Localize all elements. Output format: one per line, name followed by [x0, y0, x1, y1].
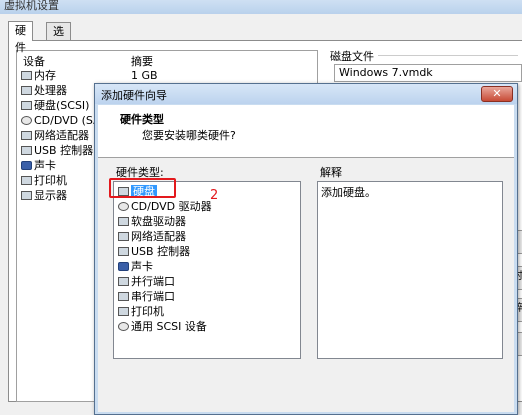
tab-options[interactable]: 选项 — [46, 22, 71, 55]
device-label: 内存 — [34, 69, 56, 82]
device-label: 打印机 — [34, 174, 67, 187]
device-row-usb[interactable]: USB 控制器 — [21, 144, 93, 158]
hardware-type-cd-dvd[interactable]: CD/DVD 驱动器 — [118, 199, 212, 214]
hardware-type-label: 网络适配器 — [131, 230, 186, 243]
hardware-type-usb[interactable]: USB 控制器 — [118, 244, 190, 259]
device-summary: 1 GB — [131, 69, 158, 82]
wizard-content: 硬件类型: 硬盘 CD/DVD 驱动器 软盘驱动器 网络适配器 USB 控制器 … — [98, 158, 514, 412]
sound-card-icon — [118, 262, 129, 271]
group-divider — [378, 55, 518, 56]
processor-icon — [21, 86, 32, 95]
highlight-box — [109, 178, 176, 198]
hardware-type-label: 打印机 — [131, 305, 164, 318]
parallel-port-icon — [118, 277, 129, 286]
usb-icon — [118, 247, 129, 256]
device-row-display[interactable]: 显示器 — [21, 189, 67, 203]
close-button[interactable]: ✕ — [481, 86, 513, 102]
annotation-number: 2 — [210, 188, 219, 203]
hardware-type-parallel-port[interactable]: 并行端口 — [118, 274, 175, 289]
device-row-hard-disk[interactable]: 硬盘(SCSI) — [21, 99, 89, 113]
printer-icon — [21, 176, 32, 185]
tab-hardware[interactable]: 硬件 — [8, 21, 33, 54]
device-row-memory[interactable]: 内存 — [21, 69, 56, 83]
hardware-type-label: 声卡 — [131, 260, 153, 273]
serial-port-icon — [118, 292, 129, 301]
wizard-heading: 硬件类型 — [120, 113, 164, 126]
wizard-title: 添加硬件向导 — [101, 89, 167, 102]
device-label: 声卡 — [34, 159, 56, 172]
add-hardware-wizard: 添加硬件向导 ✕ 硬件类型 您要安装哪类硬件? 硬件类型: 硬盘 CD/DVD … — [94, 83, 518, 415]
disk-file-field[interactable]: Windows 7.vmdk — [334, 64, 522, 82]
cd-dvd-icon — [118, 202, 129, 211]
wizard-subheading: 您要安装哪类硬件? — [142, 129, 236, 142]
device-label: USB 控制器 — [34, 144, 94, 157]
floppy-icon — [118, 217, 129, 226]
printer-icon — [118, 307, 129, 316]
hardware-type-floppy[interactable]: 软盘驱动器 — [118, 214, 186, 229]
hardware-types-list[interactable]: 硬盘 CD/DVD 驱动器 软盘驱动器 网络适配器 USB 控制器 声卡 并行端… — [113, 181, 301, 359]
network-adapter-icon — [118, 232, 129, 241]
hardware-type-label: CD/DVD 驱动器 — [131, 200, 212, 213]
hardware-type-printer[interactable]: 打印机 — [118, 304, 164, 319]
hardware-type-scsi-device[interactable]: 通用 SCSI 设备 — [118, 319, 207, 334]
explanation-text: 添加硬盘。 — [321, 186, 376, 199]
scsi-device-icon — [118, 322, 129, 331]
display-icon — [21, 191, 32, 200]
device-column-header[interactable]: 设备 — [23, 53, 45, 69]
hardware-type-network-adapter[interactable]: 网络适配器 — [118, 229, 186, 244]
vm-settings-titlebar: 虚拟机设置 — [0, 0, 522, 14]
sound-card-icon — [21, 161, 32, 170]
hardware-type-label: 并行端口 — [131, 275, 175, 288]
memory-icon — [21, 71, 32, 80]
device-label: 显示器 — [34, 189, 67, 202]
wizard-titlebar[interactable]: 添加硬件向导 ✕ — [95, 84, 517, 104]
device-row-processor[interactable]: 处理器 — [21, 84, 67, 98]
device-row-cd-dvd[interactable]: CD/DVD (SA — [21, 114, 101, 128]
network-adapter-icon — [21, 131, 32, 140]
device-label: CD/DVD (SA — [34, 114, 101, 127]
cd-dvd-icon — [21, 116, 32, 125]
device-label: 网络适配器 — [34, 129, 89, 142]
device-label: 硬盘(SCSI) — [34, 99, 90, 112]
device-row-network-adapter[interactable]: 网络适配器 — [21, 129, 89, 143]
hardware-type-sound-card[interactable]: 声卡 — [118, 259, 153, 274]
vm-settings-title: 虚拟机设置 — [4, 0, 59, 12]
device-row-printer[interactable]: 打印机 — [21, 174, 67, 188]
device-row-sound-card[interactable]: 声卡 — [21, 159, 56, 173]
device-label: 处理器 — [34, 84, 67, 97]
close-icon: ✕ — [492, 87, 502, 100]
disk-file-group-label: 磁盘文件 — [330, 50, 374, 63]
wizard-header: 硬件类型 您要安装哪类硬件? — [98, 105, 514, 158]
hardware-type-label: 通用 SCSI 设备 — [131, 320, 207, 333]
hardware-type-label: 串行端口 — [131, 290, 175, 303]
hardware-type-label: USB 控制器 — [131, 245, 191, 258]
summary-column-header[interactable]: 摘要 — [131, 53, 153, 69]
hardware-type-label: 软盘驱动器 — [131, 215, 186, 228]
hard-disk-icon — [21, 101, 32, 110]
explanation-box: 添加硬盘。 — [317, 181, 503, 359]
explanation-label: 解释 — [320, 166, 342, 179]
hardware-type-serial-port[interactable]: 串行端口 — [118, 289, 175, 304]
device-list-header: 设备 摘要 — [17, 51, 317, 69]
usb-icon — [21, 146, 32, 155]
